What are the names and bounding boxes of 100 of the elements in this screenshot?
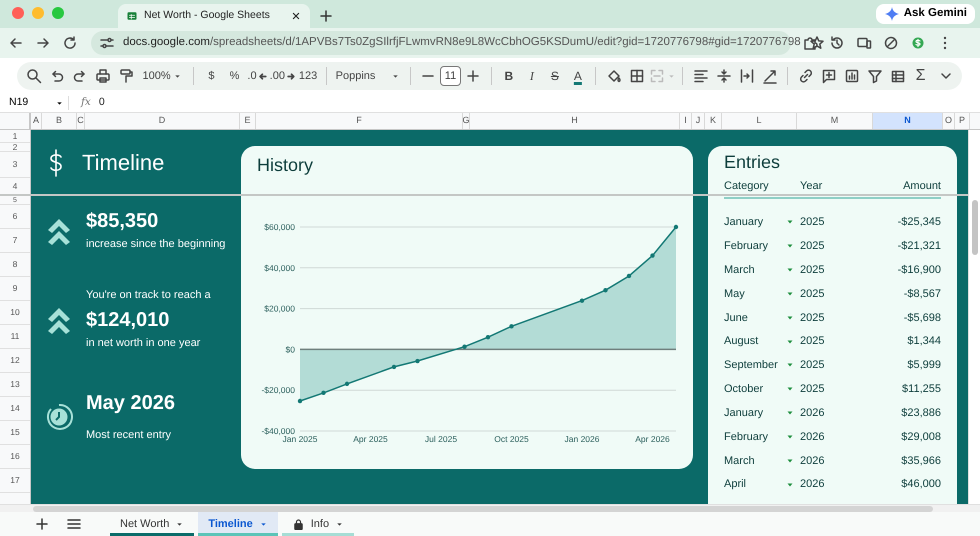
x-tick-label: Jan 2025 (282, 434, 318, 444)
column-header[interactable]: N (873, 113, 943, 129)
text-color-button[interactable]: A (567, 65, 588, 87)
year-cell-text: 2026 (800, 430, 824, 445)
column-header[interactable]: K (705, 113, 722, 129)
year-cell-text: 2026 (800, 406, 824, 421)
row-header[interactable]: 15 (0, 421, 30, 445)
row-header[interactable]: 1 (0, 130, 30, 143)
column-header[interactable]: I (680, 113, 692, 129)
category-cell-text: October (724, 382, 764, 398)
year-cell-text: 2025 (800, 358, 824, 374)
category-cell-text: May (724, 286, 746, 302)
column-header[interactable]: J (692, 113, 705, 129)
font-dropdown[interactable]: Poppins (333, 65, 403, 87)
column-header[interactable]: B (42, 113, 77, 129)
sheet-tab[interactable]: Info (282, 512, 354, 536)
stat-value: $124,010 (86, 308, 170, 332)
stat-caption: in net worth in one year (86, 336, 202, 351)
currency-button[interactable]: $ (200, 65, 222, 87)
x-tick-label: Oct 2025 (494, 434, 529, 444)
column-header[interactable]: H (470, 113, 680, 129)
column-header[interactable]: C (77, 113, 85, 129)
stat-caption: Most recent entry (86, 428, 172, 443)
sheet-tab[interactable]: Timeline (198, 512, 278, 536)
name-box[interactable]: N19 (0, 95, 68, 111)
y-tick-label: -$40,000 (261, 426, 295, 436)
amount-cell-text: -$21,321 (898, 239, 941, 254)
category-cell-text: February (724, 430, 770, 445)
number-format-button[interactable]: 123 (298, 65, 319, 87)
row-header[interactable]: 7 (0, 229, 30, 253)
stat-caption: increase since the beginning (86, 237, 226, 252)
column-header[interactable]: D (85, 113, 240, 129)
row-header[interactable]: 16 (0, 445, 30, 469)
column-header[interactable]: F (256, 113, 463, 129)
column-heading: Amount (903, 179, 941, 194)
category-cell-text: January (724, 215, 764, 230)
browser-tab[interactable]: Net Worth - Google Sheets (118, 4, 310, 28)
amount-cell-text: $11,255 (902, 382, 941, 398)
year-cell-text: 2025 (800, 239, 824, 254)
amount-cell-text: -$25,345 (898, 215, 941, 230)
column-header[interactable]: A (31, 113, 42, 129)
amount-cell-text: $23,886 (901, 406, 941, 421)
x-tick-label: Jan 2026 (564, 434, 600, 444)
year-cell-text: 2026 (800, 477, 824, 492)
tab-title: Net Worth - Google Sheets (144, 8, 271, 24)
year-cell-text: 2025 (800, 334, 824, 350)
zoom-dropdown[interactable]: 100% (138, 65, 186, 87)
row-header[interactable]: 11 (0, 325, 30, 349)
row-header[interactable]: 14 (0, 397, 30, 421)
column-heading: Category (724, 179, 770, 194)
amount-cell-text: $46,000 (901, 477, 941, 492)
column-header[interactable]: E (240, 113, 256, 129)
strikethrough-button[interactable]: S (544, 65, 566, 87)
amount-cell-text: $5,999 (907, 358, 941, 374)
column-header[interactable]: G (463, 113, 470, 129)
amount-cell-text: -$16,900 (898, 262, 941, 278)
italic-button[interactable]: I (521, 65, 542, 87)
font-size-field[interactable]: 11 (440, 66, 461, 86)
ask-gemini-button[interactable]: Ask Gemini (876, 4, 975, 24)
x-tick-label: Apr 2025 (353, 434, 388, 444)
row-header[interactable]: 3 (0, 152, 30, 178)
category-cell-text: June (724, 310, 749, 326)
category-cell-text: March (724, 454, 756, 469)
decrease-decimal-button[interactable]: .0 (246, 65, 268, 87)
card-title: History (257, 155, 314, 175)
y-tick-label: -$20,000 (261, 385, 295, 396)
row-header[interactable]: 13 (0, 373, 30, 397)
y-tick-label: $40,000 (264, 262, 295, 273)
category-cell-text: March (724, 262, 756, 278)
percent-button[interactable]: % (224, 65, 245, 87)
row-header[interactable]: 12 (0, 349, 30, 373)
amount-cell-text: $35,966 (901, 454, 941, 469)
x-tick-label: Apr 2026 (635, 434, 670, 444)
column-header[interactable]: O (943, 113, 955, 129)
amount-cell-text: -$8,567 (904, 286, 941, 302)
amount-cell-text: $1,344 (907, 334, 941, 350)
amount-cell-text: -$5,698 (904, 310, 941, 326)
x-tick-label: Jul 2025 (424, 434, 458, 444)
row-header[interactable]: 9 (0, 277, 30, 301)
row-header[interactable]: 17 (0, 469, 30, 493)
year-cell-text: 2025 (800, 215, 824, 230)
bold-button[interactable]: B (498, 65, 520, 87)
sheet-tab[interactable]: Net Worth (110, 512, 194, 536)
row-header[interactable]: 10 (0, 301, 30, 325)
row-header[interactable]: 6 (0, 205, 30, 229)
y-tick-label: $20,000 (264, 304, 295, 314)
year-cell-text: 2026 (800, 454, 824, 469)
year-cell-text: 2025 (800, 262, 824, 278)
year-cell-text: 2025 (800, 382, 824, 398)
card-title: Entries (724, 152, 780, 172)
column-header[interactable]: P (955, 113, 970, 129)
row-header[interactable]: 2 (0, 143, 30, 152)
stat-lead-text: You're on track to reach a (86, 288, 211, 303)
row-header[interactable]: 8 (0, 253, 30, 277)
category-cell-text: January (724, 406, 764, 421)
formula-value[interactable]: 0 (98, 95, 105, 111)
functions-button[interactable]: Σ (910, 65, 932, 87)
increase-decimal-button[interactable]: .00 (270, 65, 296, 87)
column-header[interactable]: L (722, 113, 797, 129)
stat-value: May 2026 (86, 391, 175, 415)
